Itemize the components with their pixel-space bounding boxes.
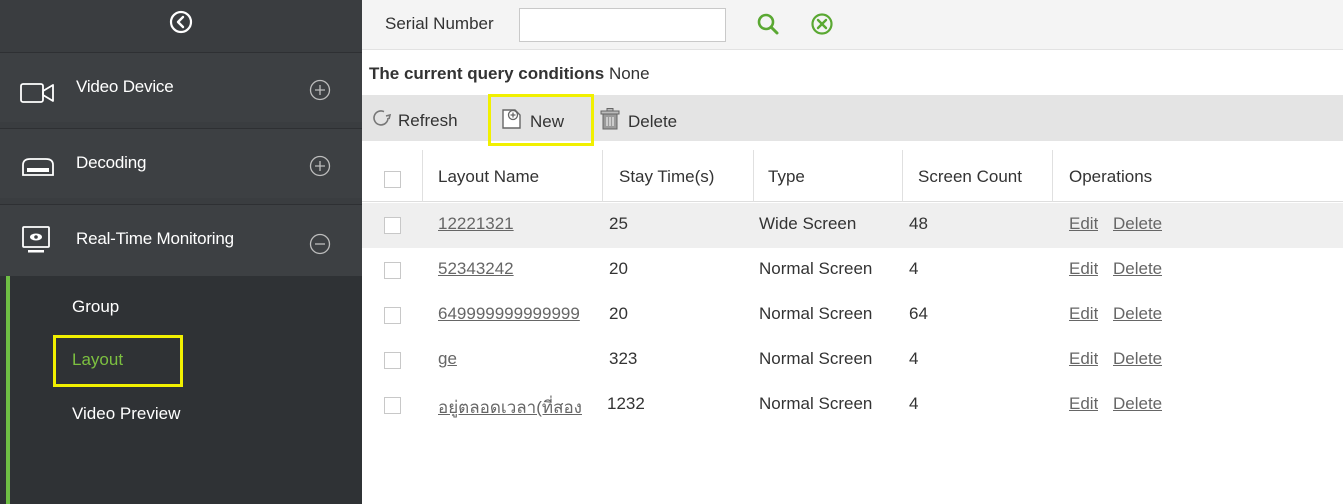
screen-type: Normal Screen (759, 304, 873, 323)
refresh-button[interactable]: Refresh (370, 107, 458, 134)
nav-item-label: Real-Time Monitoring (76, 229, 234, 248)
stay-time: 20 (609, 304, 628, 323)
collapse-sidebar-icon[interactable] (169, 10, 193, 34)
serial-number-label: Serial Number (385, 14, 494, 33)
delete-link[interactable]: Delete (1113, 304, 1162, 324)
screen-type: Normal Screen (759, 349, 873, 368)
screen-count: 4 (909, 349, 919, 368)
monitor-eye-icon (20, 225, 56, 260)
table-row[interactable]: อยู่ตลอดเวลา(ที่สอง 1232 Normal Screen 4… (362, 383, 1343, 428)
main-content: Serial Number The current query conditio… (362, 0, 1343, 504)
nav-item-label: Decoding (76, 153, 147, 172)
expand-plus-icon[interactable] (309, 155, 331, 177)
layout-name-link[interactable]: 52343242 (438, 259, 600, 279)
table-row[interactable]: 649999999999999 20 Normal Screen 64 Edit… (362, 293, 1343, 338)
stay-time: 25 (609, 214, 628, 233)
delete-link[interactable]: Delete (1113, 214, 1162, 234)
layout-name-link[interactable]: 12221321 (438, 214, 600, 234)
delete-link[interactable]: Delete (1113, 394, 1162, 414)
delete-link[interactable]: Delete (1113, 259, 1162, 279)
filter-bar: Serial Number (362, 0, 1343, 50)
nav-item-real-time-monitoring[interactable]: Real-Time Monitoring (0, 204, 362, 276)
column-header[interactable]: Stay Time(s) (619, 167, 714, 187)
table-header: Layout Name Stay Time(s) Type Screen Cou… (362, 150, 1343, 202)
table-row[interactable]: 52343242 20 Normal Screen 4 Edit Delete (362, 248, 1343, 293)
sidebar: Video Device Decoding Real-Time Monitori… (0, 0, 362, 504)
active-section-bar (6, 276, 10, 504)
query-conditions: The current query conditions None (369, 64, 650, 84)
edit-link[interactable]: Edit (1069, 259, 1098, 279)
decoder-icon (20, 155, 56, 184)
nav-item-label: Video Device (76, 77, 174, 96)
trash-icon (598, 107, 622, 136)
screen-count: 4 (909, 394, 919, 413)
query-value: None (608, 64, 650, 83)
search-icon[interactable] (756, 12, 780, 41)
sub-item-group[interactable]: Group (72, 297, 119, 317)
screen-count: 48 (909, 214, 928, 233)
highlight-box (488, 94, 594, 146)
edit-link[interactable]: Edit (1069, 394, 1098, 414)
row-checkbox[interactable] (384, 307, 401, 324)
screen-type: Wide Screen (759, 214, 857, 233)
edit-link[interactable]: Edit (1069, 214, 1098, 234)
nav-item-decoding[interactable]: Decoding (0, 128, 362, 198)
screen-count: 4 (909, 259, 919, 278)
expand-plus-icon[interactable] (309, 79, 331, 101)
row-checkbox[interactable] (384, 217, 401, 234)
layout-name-link[interactable]: 649999999999999 (438, 304, 600, 324)
layout-name-link[interactable]: ge (438, 349, 600, 369)
layout-name-link[interactable]: อยู่ตลอดเวลา(ที่สอง (438, 394, 600, 421)
edit-link[interactable]: Edit (1069, 304, 1098, 324)
edit-link[interactable]: Edit (1069, 349, 1098, 369)
delete-link[interactable]: Delete (1113, 349, 1162, 369)
refresh-label: Refresh (398, 110, 458, 130)
delete-button[interactable]: Delete (598, 107, 677, 136)
nav-item-video-device[interactable]: Video Device (0, 52, 362, 122)
video-camera-icon (20, 81, 56, 110)
table-row[interactable]: ge 323 Normal Screen 4 Edit Delete (362, 338, 1343, 383)
table-row[interactable]: 12221321 25 Wide Screen 48 Edit Delete (362, 203, 1343, 248)
screen-count: 64 (909, 304, 928, 323)
serial-number-input[interactable] (519, 8, 726, 42)
row-checkbox[interactable] (384, 397, 401, 414)
row-checkbox[interactable] (384, 352, 401, 369)
column-header[interactable]: Layout Name (438, 167, 539, 187)
screen-type: Normal Screen (759, 394, 873, 413)
column-header[interactable]: Type (768, 167, 805, 187)
delete-label: Delete (628, 111, 678, 131)
collapse-minus-icon[interactable] (309, 233, 331, 255)
column-header[interactable]: Screen Count (918, 167, 1022, 187)
column-header: Operations (1069, 167, 1153, 186)
clear-filter-icon[interactable] (810, 12, 834, 41)
stay-time: 20 (609, 259, 628, 278)
sub-menu (0, 276, 362, 504)
refresh-icon (370, 107, 392, 134)
stay-time: 1232 (607, 394, 645, 413)
highlight-box (53, 335, 183, 387)
row-checkbox[interactable] (384, 262, 401, 279)
select-all-checkbox[interactable] (384, 171, 401, 188)
screen-type: Normal Screen (759, 259, 873, 278)
stay-time: 323 (609, 349, 638, 368)
sub-item-video-preview[interactable]: Video Preview (72, 404, 180, 424)
query-label: The current query conditions (369, 64, 605, 83)
